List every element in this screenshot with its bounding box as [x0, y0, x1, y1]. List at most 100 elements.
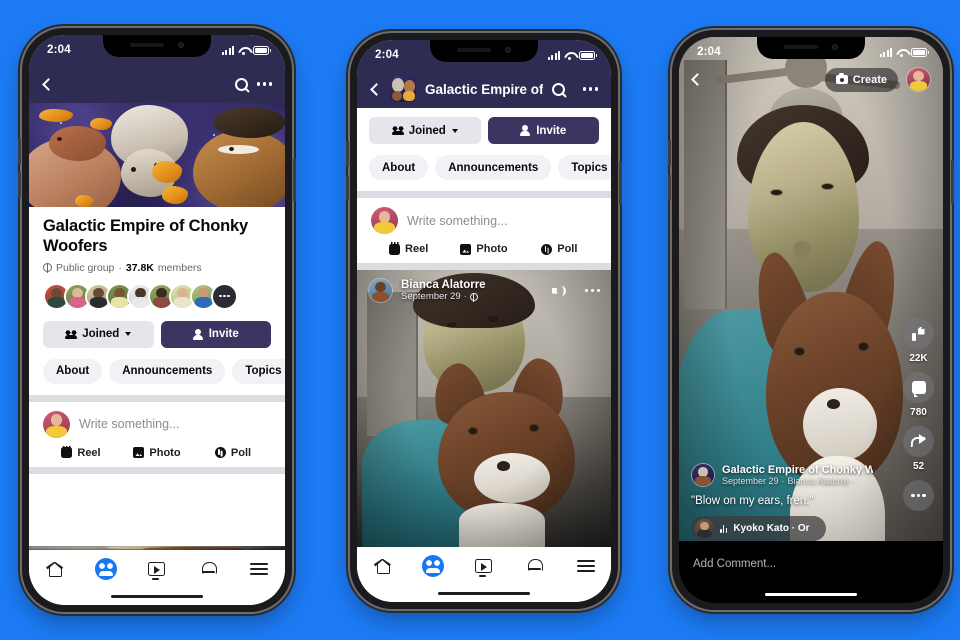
more-button[interactable] [903, 480, 934, 511]
volume-down-button[interactable] [668, 174, 671, 200]
phone3-screen: 2:04 Create 22K 780 52 Galactic Empire o… [679, 37, 943, 603]
invite-label: Invite [208, 328, 239, 341]
people-icon [65, 329, 78, 339]
hamburger-menu-icon [576, 560, 595, 572]
write-something-input[interactable]: Write something... [407, 214, 508, 228]
bell-icon [527, 558, 544, 574]
composer-poll-button[interactable]: Poll [195, 447, 271, 459]
create-button[interactable]: Create [824, 67, 898, 92]
composer-poll-label: Poll [230, 446, 252, 459]
nav-home[interactable] [368, 554, 396, 578]
status-time: 2:04 [375, 49, 399, 61]
home-indicator[interactable] [357, 585, 611, 602]
more-horizontal-icon[interactable] [584, 288, 600, 293]
joined-button[interactable]: Joined [43, 320, 154, 348]
back-chevron-icon[interactable] [370, 82, 383, 96]
poll-icon [214, 447, 226, 459]
search-icon[interactable] [551, 82, 565, 96]
avatar[interactable] [368, 278, 393, 303]
invite-button[interactable]: Invite [487, 117, 599, 144]
reel-container[interactable]: 2:04 Create 22K 780 52 Galactic Empire o… [679, 37, 943, 603]
group-avatar[interactable] [390, 76, 416, 102]
more-members-icon[interactable] [211, 282, 238, 310]
power-button[interactable] [619, 161, 622, 205]
reel-topbar: Create [679, 67, 943, 92]
phone1-screen: 2:04 Galactic Empire of Chonky Woofers P… [29, 35, 285, 605]
nav-notifications[interactable] [194, 557, 222, 581]
battery-icon [579, 50, 597, 60]
member-avatars[interactable] [43, 282, 271, 310]
photo-icon [133, 447, 145, 459]
tab-about[interactable]: About [43, 358, 103, 384]
more-horizontal-icon[interactable] [256, 82, 272, 86]
add-person-icon [520, 125, 531, 136]
avatar[interactable] [371, 207, 398, 234]
volume-up-button[interactable] [668, 140, 671, 166]
tab-topics[interactable]: Topics [232, 358, 285, 384]
comment-button[interactable] [903, 372, 934, 403]
meta-separator: · [118, 261, 122, 274]
like-button[interactable] [903, 318, 934, 349]
camera-icon [835, 73, 848, 84]
feed-post[interactable]: Bianca Alatorre September 29 · [357, 270, 611, 547]
group-cover-photo[interactable] [29, 103, 285, 207]
speaker-icon[interactable] [552, 285, 566, 297]
home-indicator[interactable] [29, 588, 285, 605]
group-tabs: About Announcements Topics Reels [369, 155, 611, 191]
avatar[interactable] [43, 410, 70, 438]
group-avatar[interactable] [691, 463, 715, 487]
tab-topics[interactable]: Topics [558, 155, 611, 180]
joined-label: Joined [408, 124, 446, 137]
nav-home[interactable] [41, 557, 69, 581]
add-person-icon [192, 328, 204, 340]
nav-groups[interactable] [419, 554, 447, 578]
photo-icon [460, 243, 472, 255]
music-attribution[interactable]: Kyoko Kato · Or [691, 516, 826, 541]
volume-down-button[interactable] [346, 175, 349, 201]
nav-groups[interactable] [92, 557, 120, 581]
power-button[interactable] [951, 160, 954, 204]
add-comment-bar[interactable]: Add Comment... [679, 541, 943, 586]
groups-icon [422, 555, 445, 577]
composer-poll-label: Poll [557, 243, 578, 255]
add-comment-input[interactable]: Add Comment... [693, 558, 776, 570]
page-title: Galactic Empire of Ch... [425, 81, 543, 97]
composer-photo-button[interactable]: Photo [446, 243, 521, 255]
tab-about[interactable]: About [369, 155, 429, 180]
back-chevron-icon[interactable] [691, 73, 704, 86]
share-button[interactable] [903, 426, 934, 457]
reel-group-name[interactable]: Galactic Empire of Chonky Woof... [722, 464, 873, 476]
status-time: 2:04 [697, 46, 721, 58]
nav-menu[interactable] [572, 554, 600, 578]
status-bar: 2:04 [357, 40, 611, 70]
tab-announcements[interactable]: Announcements [435, 155, 552, 180]
nav-watch[interactable] [470, 554, 498, 578]
profile-avatar[interactable] [906, 67, 931, 92]
write-something-input[interactable]: Write something... [79, 417, 180, 431]
volume-down-button[interactable] [18, 172, 21, 198]
signal-bars-icon [221, 45, 234, 55]
composer-reel-button[interactable]: Reel [371, 242, 446, 255]
volume-up-button[interactable] [18, 138, 21, 164]
tab-announcements[interactable]: Announcements [109, 358, 226, 384]
more-horizontal-icon[interactable] [582, 87, 598, 91]
reel-author[interactable]: Bianca Alatorre [788, 476, 849, 486]
back-chevron-icon[interactable] [42, 77, 55, 91]
create-label: Create [852, 73, 887, 86]
composer-reel-button[interactable]: Reel [43, 445, 119, 459]
status-bar: 2:04 [29, 35, 285, 65]
home-indicator[interactable] [679, 586, 943, 603]
search-icon[interactable] [234, 77, 248, 91]
home-icon [46, 562, 63, 577]
group-member-label: members [157, 261, 202, 274]
composer-poll-button[interactable]: Poll [522, 243, 597, 255]
invite-button[interactable]: Invite [160, 320, 271, 348]
nav-notifications[interactable] [521, 554, 549, 578]
post-author[interactable]: Bianca Alatorre [401, 279, 544, 291]
joined-button[interactable]: Joined [369, 117, 481, 144]
power-button[interactable] [293, 158, 296, 202]
nav-watch[interactable] [143, 557, 171, 581]
composer-photo-button[interactable]: Photo [119, 447, 195, 459]
nav-menu[interactable] [245, 557, 273, 581]
volume-up-button[interactable] [346, 141, 349, 167]
